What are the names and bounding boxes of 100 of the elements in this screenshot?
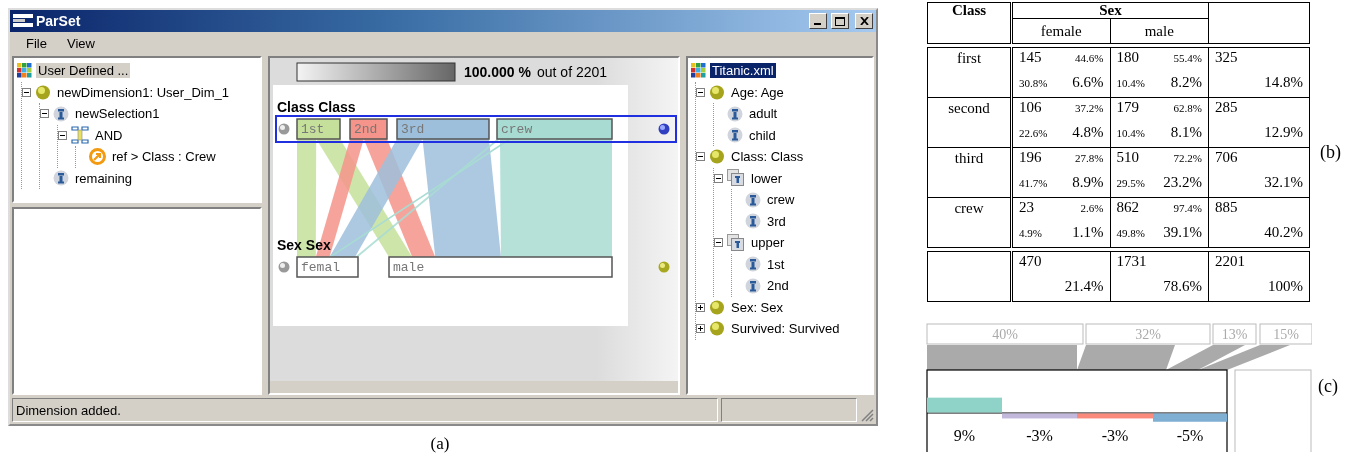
category-bar[interactable]: male: [388, 256, 613, 278]
record-count: out of 2201: [537, 64, 608, 80]
column-share-text: 49.8%: [1116, 227, 1145, 239]
tree-item[interactable]: newSelection1: [73, 106, 162, 122]
total-share-text: 100%: [1268, 278, 1303, 294]
sphere-icon: [35, 84, 51, 100]
minimize-button[interactable]: [809, 13, 827, 29]
column-share-text: 10.4%: [1116, 127, 1145, 139]
tree-item[interactable]: crew: [765, 192, 797, 208]
category-bar[interactable]: femal: [296, 256, 359, 278]
total-share-text: 4.8%: [1072, 124, 1104, 140]
row-header: third: [927, 147, 1012, 198]
category-bar: 40%: [926, 323, 1084, 345]
dimension-handle[interactable]: [658, 123, 670, 135]
total-share-text: 32.1%: [1264, 174, 1303, 190]
sphere-icon: [709, 321, 725, 337]
total-share-text: 8.9%: [1072, 174, 1104, 190]
tree-item[interactable]: User Defined ...: [36, 63, 131, 79]
count-text: 706: [1215, 150, 1238, 166]
tree-item[interactable]: 2nd: [765, 278, 791, 294]
total-share-text: 12.9%: [1264, 124, 1303, 140]
tree-item[interactable]: adult: [747, 106, 780, 122]
figure-caption: (b): [1320, 141, 1341, 163]
info-icon: [53, 105, 69, 122]
count-text: 179: [1116, 100, 1139, 116]
tree-item[interactable]: Sex: Sex: [729, 299, 786, 315]
tree-item[interactable]: ref > Class : Crew: [110, 149, 218, 165]
tree-item[interactable]: lower: [749, 170, 785, 186]
count-text: 885: [1215, 200, 1238, 216]
tree-item[interactable]: remaining: [73, 170, 135, 186]
dimension-handle[interactable]: [278, 261, 290, 273]
tree-item[interactable]: upper: [749, 235, 787, 251]
count-text: 325: [1215, 50, 1238, 66]
row-header: first: [927, 47, 1012, 98]
info-icon: [745, 277, 761, 294]
status-text: Dimension added.: [12, 398, 718, 422]
dimension-handle[interactable]: [278, 123, 290, 135]
column-share-text: 41.7%: [1019, 177, 1048, 189]
count-text: 1731: [1116, 254, 1147, 270]
collapse-icon[interactable]: [714, 238, 723, 248]
count-text: 23: [1019, 200, 1034, 216]
sphere-icon: [709, 149, 725, 165]
collapse-icon[interactable]: [714, 173, 723, 183]
info-icon: [745, 213, 761, 230]
tree-item[interactable]: Survived: Survived: [729, 321, 842, 337]
info-icon: [745, 256, 761, 273]
figure-caption: (a): [429, 434, 451, 454]
count-text: 106: [1019, 100, 1042, 116]
category-bar: 15%: [1259, 323, 1312, 345]
dimension-handle[interactable]: [658, 261, 670, 273]
menu-item[interactable]: View: [58, 33, 103, 53]
count-text: 180: [1116, 50, 1139, 66]
tree-item[interactable]: AND: [93, 127, 125, 143]
tree-item[interactable]: Age: Age: [729, 84, 786, 100]
deviation-label: -5%: [1176, 427, 1204, 444]
column-share-text: 10.4%: [1116, 77, 1145, 89]
tree-item[interactable]: child: [747, 127, 778, 143]
collapse-icon[interactable]: [40, 109, 49, 119]
sphere-icon: [709, 299, 725, 315]
count-text: 145: [1019, 50, 1042, 66]
count-text: 510: [1116, 150, 1139, 166]
row-share-text: 37.2%: [1075, 103, 1104, 115]
tree-item[interactable]: 1st: [765, 256, 787, 272]
dimension-title: Sex Sex: [277, 237, 331, 253]
tree-item[interactable]: 3rd: [765, 213, 788, 229]
tree-item[interactable]: Titanic.xml: [710, 63, 776, 79]
count-text: 285: [1215, 100, 1238, 116]
column-share-text: 29.5%: [1116, 177, 1145, 189]
deviation-label: -3%: [1101, 427, 1129, 444]
close-icon: [859, 17, 869, 25]
total-share-text: 78.6%: [1163, 278, 1202, 294]
menu-item[interactable]: File: [18, 33, 55, 53]
info-icon: [727, 127, 743, 144]
row-share-text: 55.4%: [1173, 53, 1202, 65]
column-share-text: 22.6%: [1019, 127, 1048, 139]
row-share-text: 97.4%: [1173, 203, 1202, 215]
expand-icon[interactable]: [696, 302, 705, 312]
collapse-icon[interactable]: [696, 87, 705, 97]
expand-icon[interactable]: [696, 324, 705, 334]
info-icon: [745, 191, 761, 208]
count-text: 2201: [1215, 254, 1245, 270]
column-header: female: [1011, 18, 1110, 44]
close-button[interactable]: [855, 13, 873, 29]
row-share-text: 62.8%: [1173, 103, 1202, 115]
info-icon: [53, 170, 69, 187]
maximize-button[interactable]: [831, 13, 849, 29]
collapse-icon[interactable]: [58, 130, 67, 140]
tree-item[interactable]: Class: Class: [729, 149, 806, 165]
window-title: ParSet: [36, 13, 81, 29]
row-share-text: 2.6%: [1080, 203, 1104, 215]
collapse-icon[interactable]: [22, 87, 31, 97]
dimension-title: Class Class: [277, 99, 356, 115]
column-share-text: 30.8%: [1019, 77, 1048, 89]
app-logo-icon: [13, 13, 33, 29]
row-header: crew: [927, 197, 1012, 248]
tree-item[interactable]: newDimension1: User_Dim_1: [55, 84, 231, 100]
column-header: Class: [927, 2, 1012, 44]
stacked-info-icon: [727, 233, 745, 252]
column-share-text: 4.9%: [1019, 227, 1042, 239]
collapse-icon[interactable]: [696, 152, 705, 162]
